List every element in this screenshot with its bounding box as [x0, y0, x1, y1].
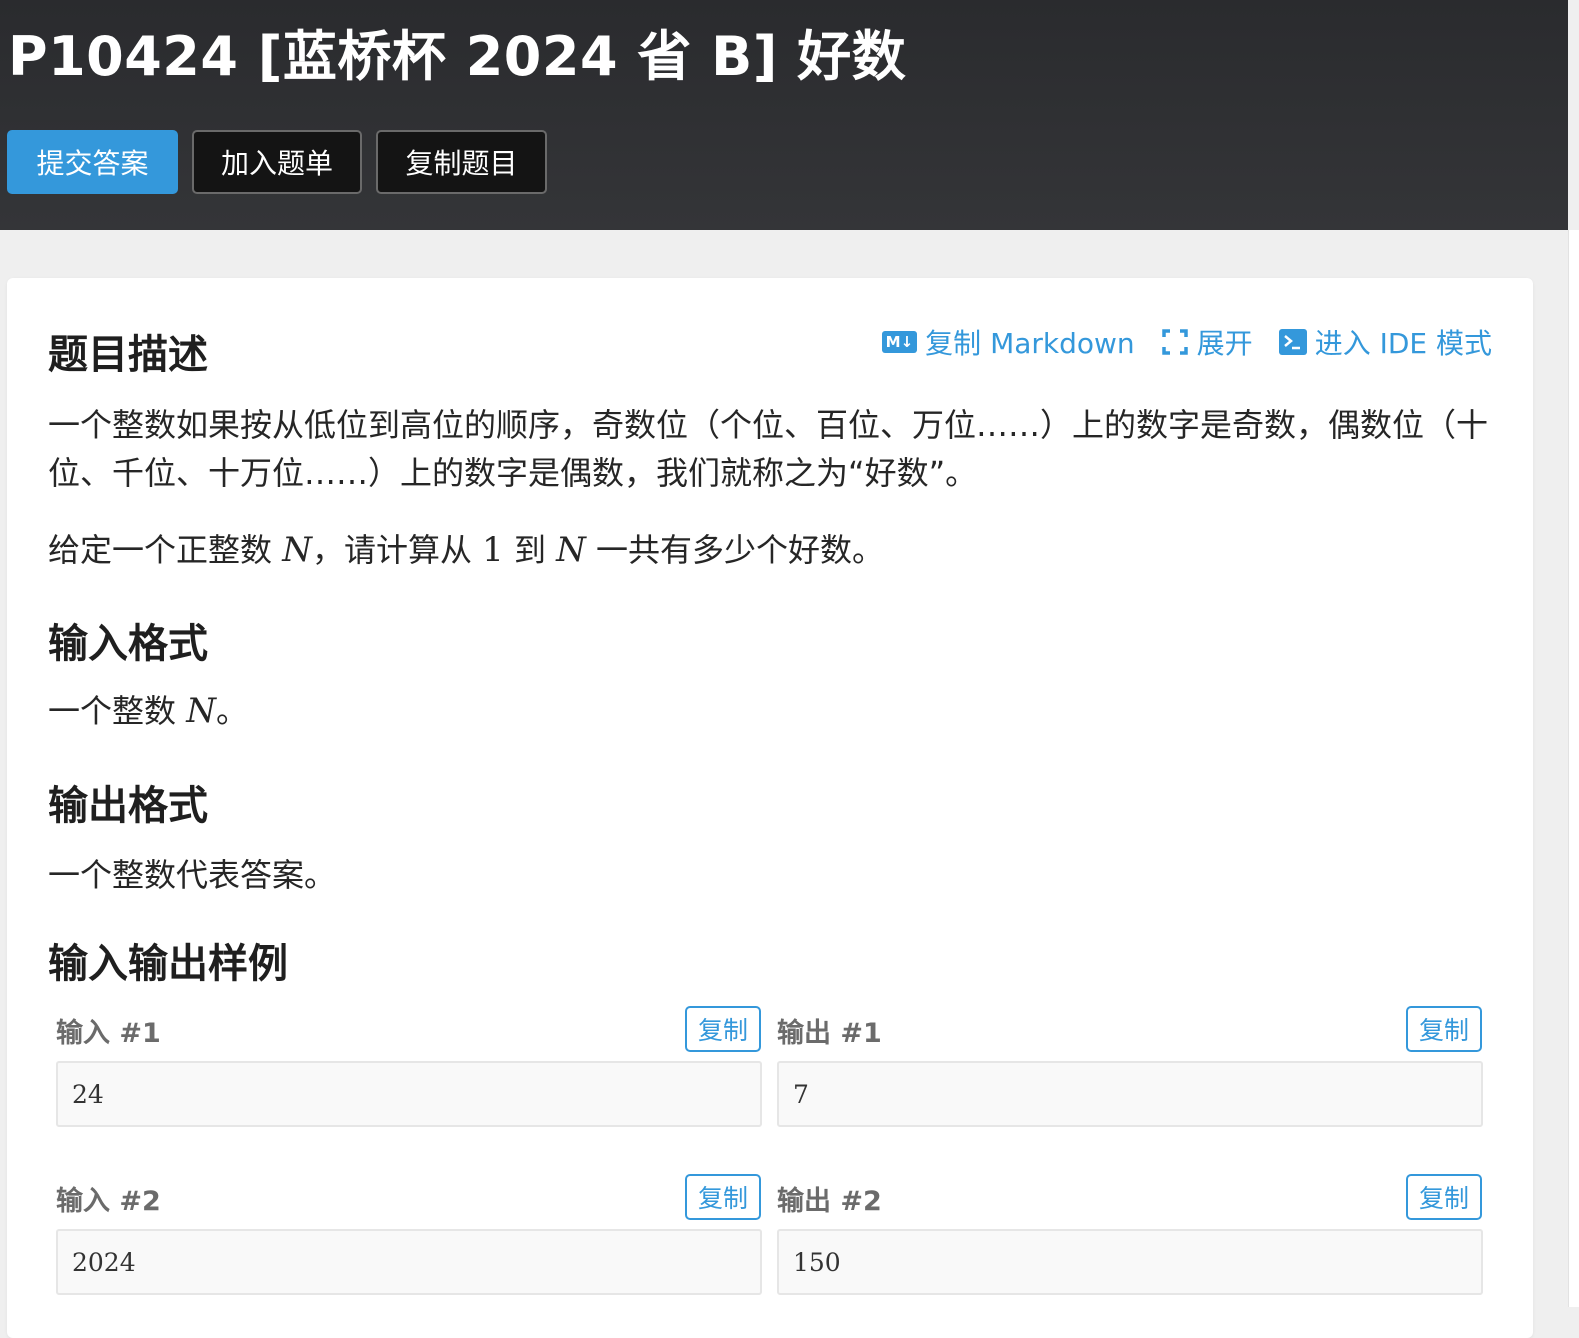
description-paragraph-2: 给定一个正整数 N，请计算从 1 到 N 一共有多少个好数。	[48, 530, 885, 570]
input-format-text: 一个整数 N。	[48, 691, 248, 731]
copy-output-button[interactable]: 复制	[1406, 1006, 1482, 1052]
sample-output-box[interactable]: 7	[777, 1061, 1483, 1127]
terminal-icon	[1278, 329, 1307, 355]
sample-input-box[interactable]: 2024	[56, 1229, 762, 1295]
math-n: N	[186, 691, 216, 731]
problem-card: 题目描述 M↓ 复制 Markdown 展开 进入 IDE 模式 一个整数如果按…	[7, 278, 1533, 1338]
sample-output-box[interactable]: 150	[777, 1229, 1483, 1295]
markdown-icon: M↓	[881, 331, 918, 353]
section-title-samples: 输入输出样例	[48, 941, 288, 987]
copy-input-button[interactable]: 复制	[685, 1006, 761, 1052]
output-format-text: 一个整数代表答案。	[48, 856, 337, 894]
math-n: N	[556, 530, 586, 570]
submit-answer-button[interactable]: 提交答案	[7, 130, 178, 194]
section-title-input-format: 输入格式	[48, 621, 208, 667]
add-to-list-button[interactable]: 加入题单	[192, 130, 362, 194]
page-title: P10424 [蓝桥杯 2024 省 B] 好数	[8, 25, 907, 88]
copy-markdown-button[interactable]: M↓ 复制 Markdown	[881, 322, 1135, 362]
copy-input-button[interactable]: 复制	[685, 1174, 761, 1220]
expand-button[interactable]: 展开	[1161, 322, 1253, 362]
copy-problem-button[interactable]: 复制题目	[376, 130, 547, 194]
expand-icon	[1161, 328, 1189, 356]
problem-header: P10424 [蓝桥杯 2024 省 B] 好数 提交答案 加入题单 复制题目	[0, 0, 1568, 230]
copy-output-button[interactable]: 复制	[1406, 1174, 1482, 1220]
expand-label: 展开	[1196, 327, 1253, 360]
copy-markdown-label: 复制 Markdown	[925, 327, 1135, 360]
sample-output-label: 输出 #1	[777, 1018, 882, 1049]
sample-input-label: 输入 #1	[56, 1018, 161, 1049]
ide-mode-button[interactable]: 进入 IDE 模式	[1278, 322, 1492, 362]
math-one: 1	[482, 530, 504, 570]
section-title-output-format: 输出格式	[48, 783, 208, 829]
sample-output-label: 输出 #2	[777, 1186, 882, 1217]
description-paragraph-1: 一个整数如果按从低位到高位的顺序，奇数位（个位、百位、万位……）上的数字是奇数，…	[48, 406, 1489, 492]
problem-toolbar: M↓ 复制 Markdown 展开 进入 IDE 模式	[881, 322, 1492, 362]
math-n: N	[282, 530, 312, 570]
sample-input-label: 输入 #2	[56, 1186, 161, 1217]
section-title-description: 题目描述	[48, 332, 208, 378]
ide-mode-label: 进入 IDE 模式	[1314, 327, 1492, 360]
sidebar-edge	[1568, 230, 1579, 1307]
sample-input-box[interactable]: 24	[56, 1061, 762, 1127]
